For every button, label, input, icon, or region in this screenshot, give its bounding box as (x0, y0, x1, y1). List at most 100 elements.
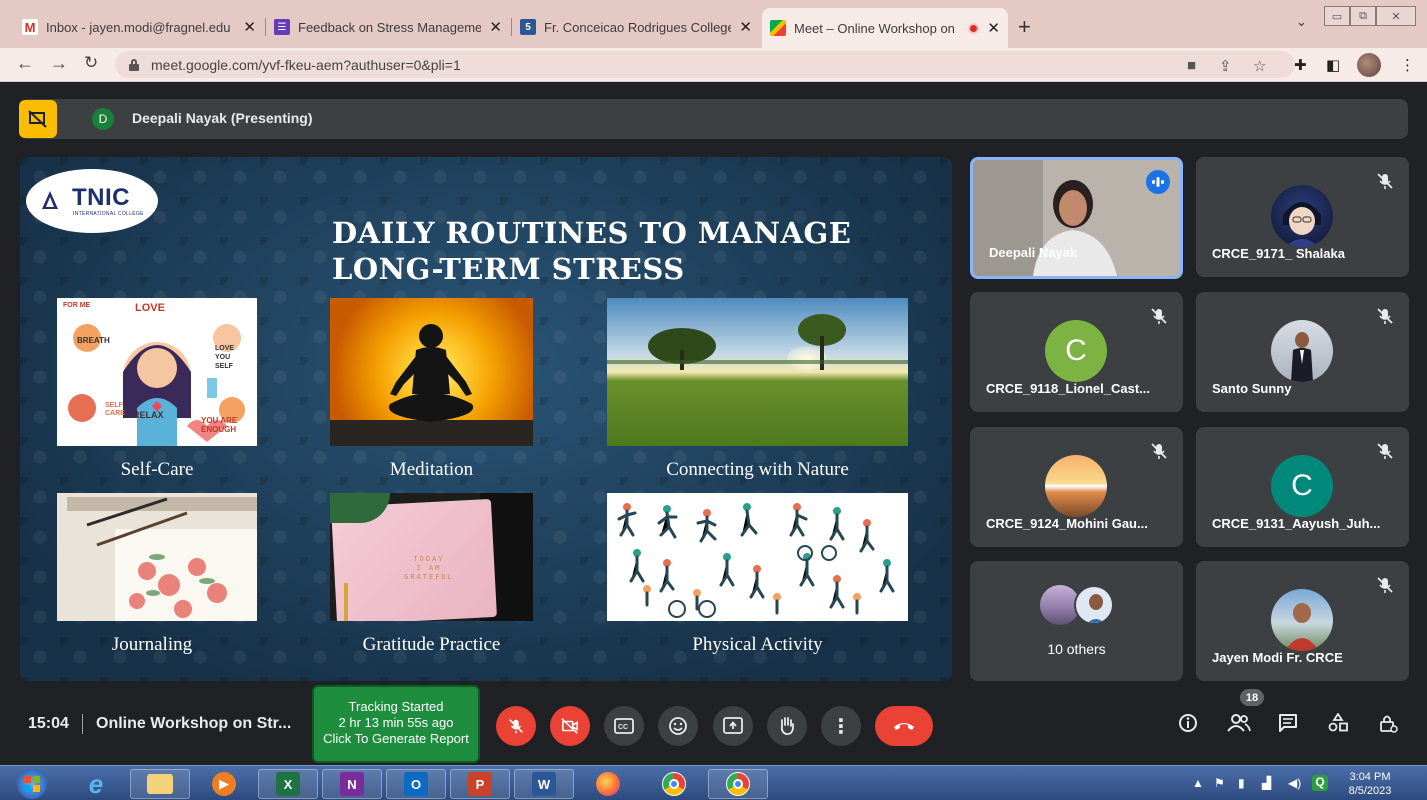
new-tab-button[interactable]: + (1018, 14, 1031, 40)
tnic-logo: TNIC INTERNATIONAL COLLEGE (26, 169, 158, 233)
taskbar-firefox[interactable] (578, 769, 638, 799)
camera-off-button[interactable] (550, 706, 590, 746)
action-center-flag-icon[interactable]: ⚑ (1214, 776, 1225, 790)
participant-avatar (1074, 585, 1114, 625)
chrome-icon (726, 772, 750, 796)
taskbar-file-explorer[interactable] (130, 769, 190, 799)
presenter-avatar: D (92, 108, 114, 130)
hand-icon (780, 717, 794, 736)
mic-off-icon (1151, 443, 1167, 459)
tray-app-icon[interactable]: Q (1312, 775, 1328, 791)
reactions-button[interactable] (658, 706, 698, 746)
system-clock[interactable]: 3:04 PM 8/5/2023 (1340, 770, 1400, 798)
host-controls-icon[interactable] (1378, 713, 1398, 739)
people-count-badge: 18 (1240, 689, 1264, 706)
participant-name: CRCE_9124_Mohini Gau... (986, 516, 1148, 531)
participant-avatar: C (1271, 455, 1333, 517)
show-hidden-icons[interactable]: ▲ (1192, 776, 1204, 790)
chat-icon[interactable] (1278, 713, 1298, 739)
caption-meditation: Meditation (389, 459, 474, 480)
close-tab-icon[interactable]: ✕ (987, 19, 1000, 37)
word-icon: W (532, 772, 556, 796)
taskbar-powerpoint[interactable]: P (450, 769, 510, 799)
participant-tile-aayush[interactable]: C CRCE_9131_Aayush_Juh... (1196, 427, 1409, 547)
url-bar[interactable]: meet.google.com/yvf-fkeu-aem?authuser=0&… (115, 51, 1295, 78)
bookmark-star-icon[interactable]: ☆ (1253, 57, 1266, 75)
close-tab-icon[interactable]: ✕ (489, 18, 502, 36)
windows-taskbar: e ▶ X N O P W ▲ ⚑ ▮ ▟ ◀) Q 3:04 PM 8/5/2… (0, 765, 1427, 800)
taskbar-outlook[interactable]: O (386, 769, 446, 799)
caption-physical-activity: Physical Activity (692, 634, 823, 655)
participant-tile-shalaka[interactable]: CRCE_9171_ Shalaka (1196, 157, 1409, 277)
participant-tile-santo[interactable]: Santo Sunny (1196, 292, 1409, 412)
chrome-icon (662, 772, 686, 796)
participant-tile-jayen[interactable]: Jayen Modi Fr. CRCE (1196, 561, 1409, 681)
reload-icon[interactable]: ↻ (84, 53, 98, 73)
side-panel-icon[interactable]: ◧ (1326, 56, 1340, 74)
meet-icon (770, 20, 786, 36)
meeting-title[interactable]: Online Workshop on Str... (96, 715, 291, 733)
caption-journaling: Journaling (111, 634, 193, 655)
close-tab-icon[interactable]: ✕ (243, 18, 256, 36)
participant-name: Jayen Modi Fr. CRCE (1212, 650, 1343, 665)
college-icon: 5 (520, 19, 536, 35)
taskbar-chrome-active[interactable] (708, 769, 768, 799)
menu-icon[interactable]: ⋮ (1400, 56, 1415, 74)
present-screen-icon (723, 717, 743, 734)
leave-call-button[interactable] (875, 706, 933, 746)
extensions-icon[interactable]: ✚ (1294, 56, 1307, 74)
taskbar-excel[interactable]: X (258, 769, 318, 799)
taskbar-chrome[interactable] (644, 769, 704, 799)
tab-feedback-form[interactable]: ☰ Feedback on Stress Management ✕ (266, 10, 510, 44)
mic-off-button[interactable] (496, 706, 536, 746)
raise-hand-button[interactable] (767, 706, 807, 746)
share-icon[interactable]: ⇪ (1219, 57, 1232, 75)
more-options-icon[interactable]: ⋮ (821, 706, 861, 746)
windows-start-icon (17, 769, 47, 799)
participant-tile-mohini[interactable]: CRCE_9124_Mohini Gau... (970, 427, 1183, 547)
network-icon[interactable]: ▟ (1262, 776, 1271, 790)
taskbar-onenote[interactable]: N (322, 769, 382, 799)
minimize-icon[interactable]: ▭ (1324, 6, 1350, 26)
gmail-icon: M (22, 19, 38, 35)
hang-up-icon (894, 723, 914, 730)
mic-off-icon (1377, 443, 1393, 459)
participant-tile-lionel[interactable]: C CRCE_9118_Lionel_Cast... (970, 292, 1183, 412)
participant-tile-others[interactable]: 10 others (970, 561, 1183, 681)
stop-presenting-icon[interactable] (19, 100, 57, 138)
present-now-button[interactable] (713, 706, 753, 746)
participant-avatar (1271, 589, 1333, 651)
tracking-report-button[interactable]: Tracking Started 2 hr 13 min 55s ago Cli… (312, 685, 480, 763)
windows-start-button[interactable] (2, 769, 62, 799)
activities-icon[interactable] (1328, 712, 1348, 739)
restore-icon[interactable]: ⧉ (1350, 6, 1376, 26)
people-icon[interactable] (1227, 713, 1251, 739)
tab-college[interactable]: 5 Fr. Conceicao Rodrigues College ✕ (512, 10, 760, 44)
taskbar-word[interactable]: W (514, 769, 574, 799)
tab-meet[interactable]: Meet – Online Workshop on ✕ (762, 8, 1008, 48)
others-count: 10 others (1047, 641, 1106, 657)
url-text: meet.google.com/yvf-fkeu-aem?authuser=0&… (151, 56, 461, 73)
firefox-icon (596, 772, 620, 796)
participant-name: CRCE_9131_Aayush_Juh... (1212, 516, 1381, 531)
camera-off-icon (561, 718, 579, 734)
lock-icon (129, 58, 139, 71)
volume-icon[interactable]: ◀) (1288, 776, 1301, 790)
close-tab-icon[interactable]: ✕ (739, 18, 752, 36)
power-icon[interactable]: ▮ (1238, 776, 1245, 790)
participant-tile-deepali[interactable]: Deepali Nayak (970, 157, 1183, 279)
captions-icon: CC (614, 718, 634, 734)
meeting-details-icon[interactable] (1178, 713, 1198, 739)
tab-gmail[interactable]: M Inbox - jayen.modi@fragnel.edu ✕ (14, 10, 264, 44)
close-window-icon[interactable]: ✕ (1376, 6, 1416, 26)
participant-name: Santo Sunny (1212, 381, 1292, 396)
forward-icon[interactable]: → (50, 53, 68, 74)
back-icon[interactable]: ← (16, 53, 34, 74)
taskbar-internet-explorer[interactable]: e (66, 769, 126, 799)
taskbar-media-player[interactable]: ▶ (194, 769, 254, 799)
captions-button[interactable]: CC (604, 706, 644, 746)
participant-name: Deepali Nayak (989, 245, 1078, 260)
profile-avatar[interactable] (1357, 53, 1381, 77)
camera-icon[interactable]: ■ (1187, 57, 1196, 74)
tab-search-icon[interactable]: ⌄ (1296, 14, 1307, 30)
